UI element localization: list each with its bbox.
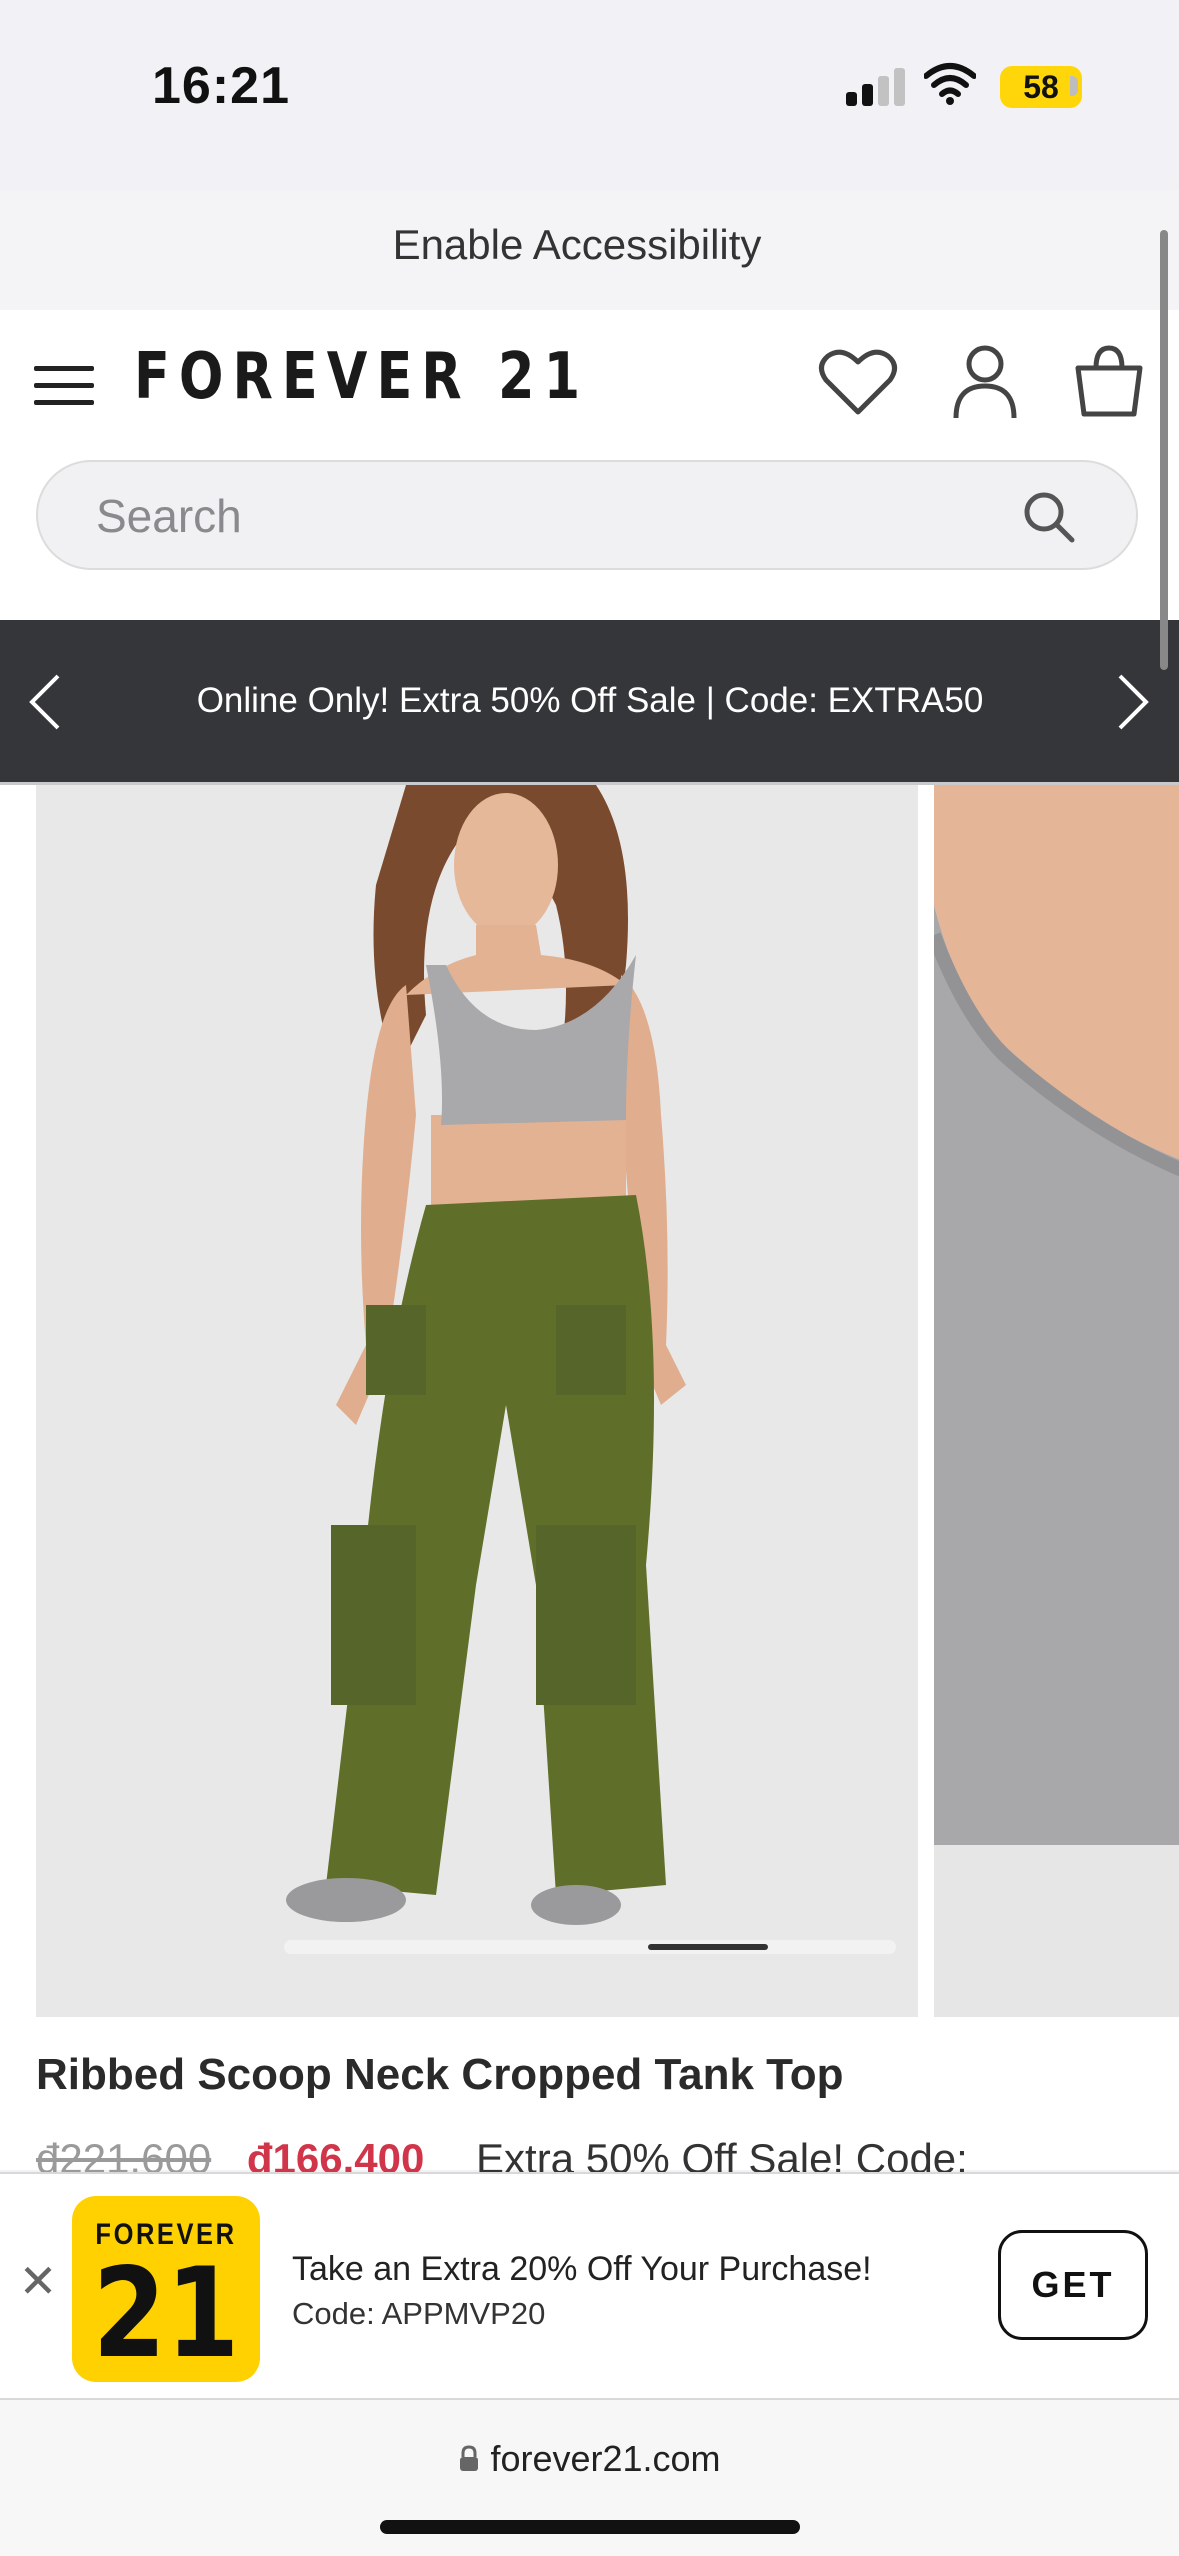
promo-next-arrow-icon[interactable] [1112,672,1152,732]
wifi-icon [924,63,976,105]
get-app-button[interactable]: GET [998,2230,1148,2340]
search-bar [36,460,1138,570]
account-user-icon[interactable] [952,344,1018,420]
image-carousel-track[interactable] [284,1940,896,1954]
status-bar: 16:21 58 [0,0,1179,150]
search-icon[interactable] [1022,490,1076,544]
product-title[interactable]: Ribbed Scoop Neck Cropped Tank Top [36,2050,844,2100]
app-icon-number: 21 [92,2242,240,2386]
promo-text[interactable]: Online Only! Extra 50% Off Sale | Code: … [90,620,1090,782]
model-photo [36,785,918,2017]
shopping-bag-icon[interactable] [1074,344,1144,418]
search-input[interactable] [94,462,998,570]
smart-app-banner: ✕ FOREVER 21 Take an Extra 20% Off Your … [0,2172,1179,2400]
site-header: FOREVER 21 [0,310,1179,620]
app-icon: FOREVER 21 [72,2196,260,2386]
status-time: 16:21 [152,57,290,115]
close-banner-icon[interactable]: ✕ [18,2254,58,2308]
app-offer-text: Take an Extra 20% Off Your Purchase! [292,2250,872,2288]
battery-tip [1070,76,1078,96]
product-image-closeup[interactable] [934,785,1179,2017]
promo-banner: Online Only! Extra 50% Off Sale | Code: … [0,620,1179,782]
enable-accessibility-link[interactable]: Enable Accessibility [0,190,1154,300]
url-display[interactable]: forever21.com [0,2438,1179,2480]
url-text: forever21.com [490,2438,721,2479]
promo-prev-arrow-icon[interactable] [26,672,66,732]
wishlist-heart-icon[interactable] [818,346,898,418]
home-indicator[interactable] [380,2520,800,2534]
brand-logo[interactable]: FOREVER 21 [134,340,589,414]
app-offer-code: Code: APPMVP20 [292,2296,546,2331]
accessibility-bar: Enable Accessibility [0,190,1179,310]
cellular-signal-icon [846,66,906,106]
page-scrollbar[interactable] [1160,230,1168,670]
product-image-main[interactable] [36,785,918,2017]
browser-url-bar: forever21.com [0,2400,1179,2556]
lock-icon [460,2445,479,2471]
menu-icon[interactable] [34,362,96,410]
closeup-photo [934,785,1179,2017]
image-carousel-thumb[interactable] [648,1944,768,1950]
